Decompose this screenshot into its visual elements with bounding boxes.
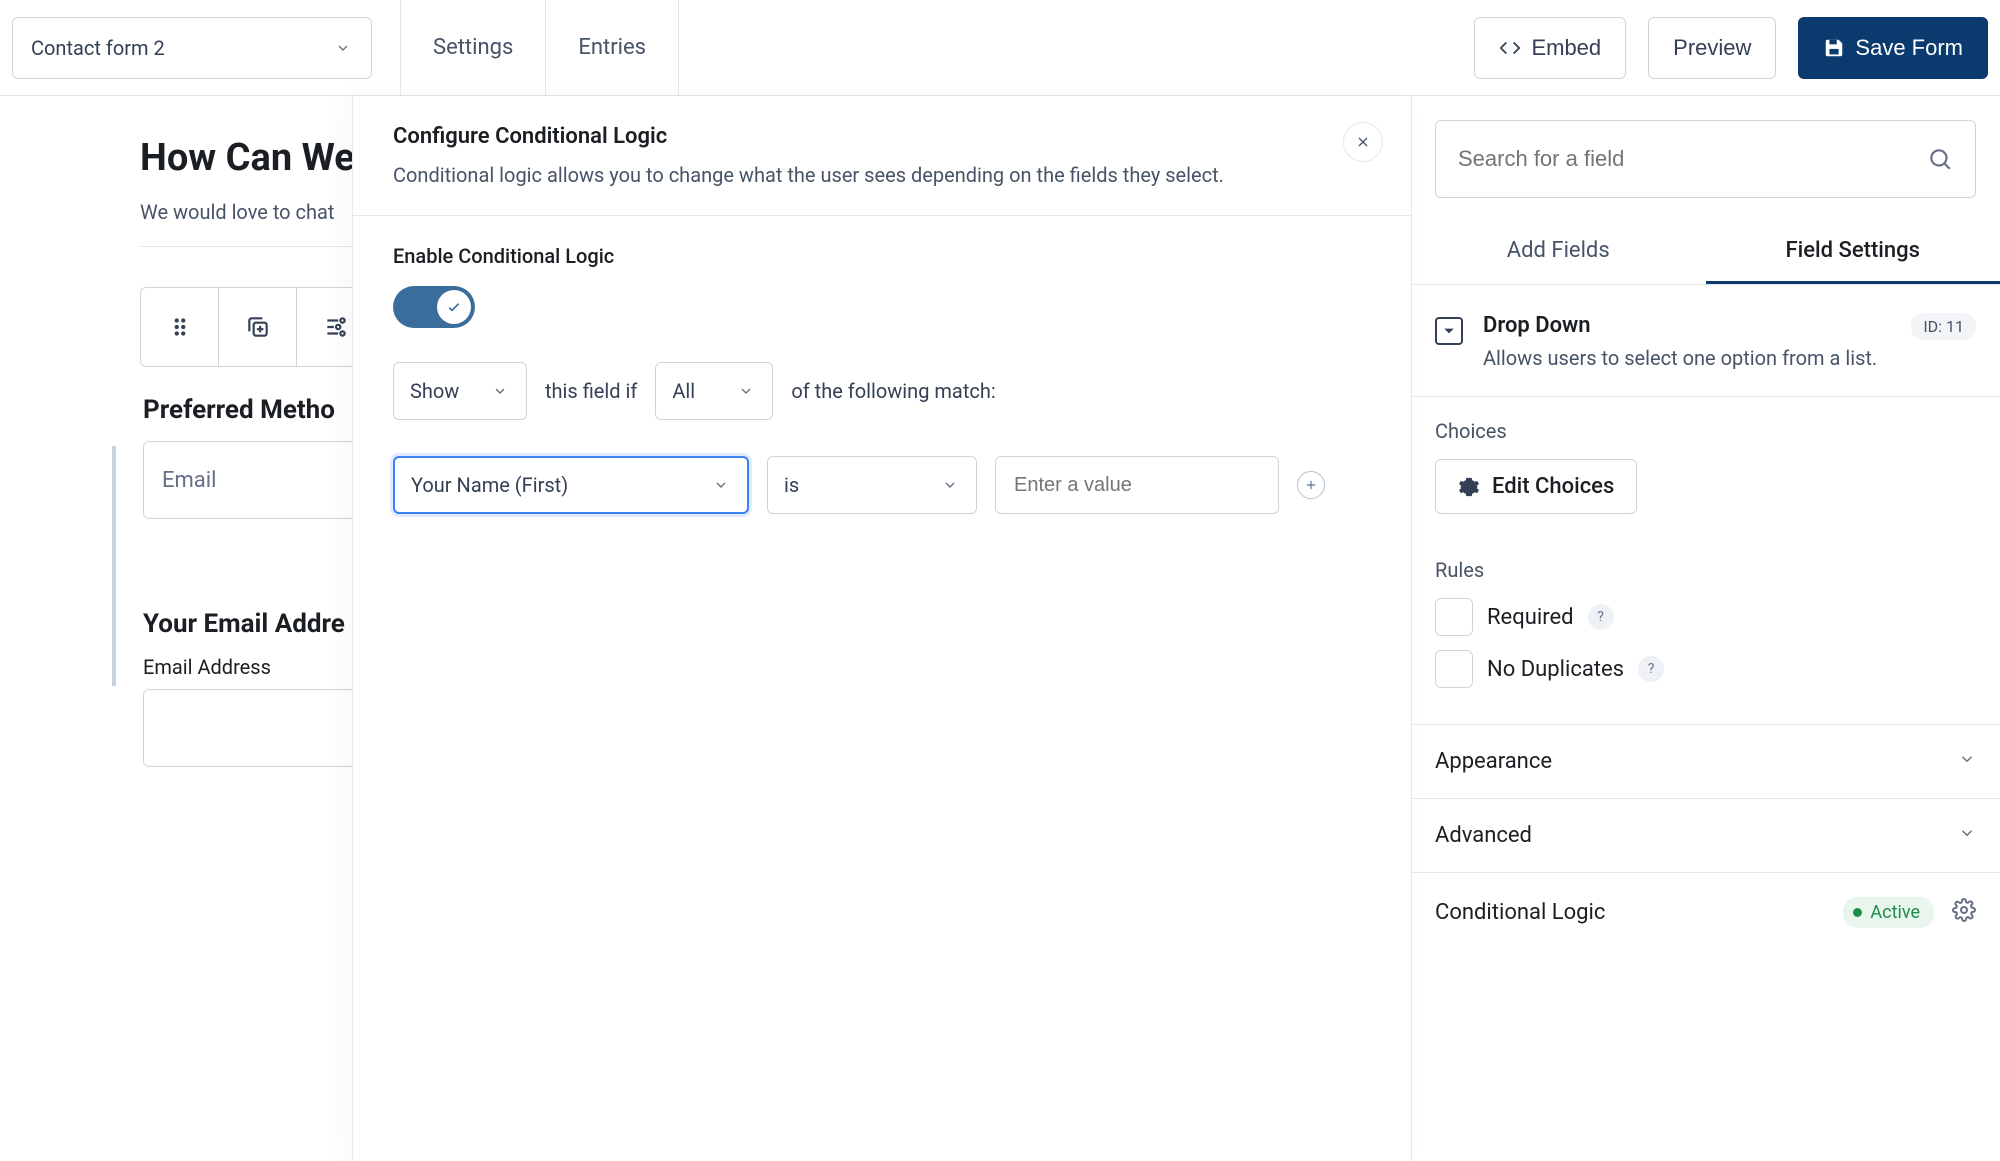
help-icon[interactable]: ? (1638, 656, 1664, 682)
chevron-down-icon (1958, 750, 1976, 773)
no-duplicates-label: No Duplicates (1487, 657, 1624, 682)
dropdown-icon (1435, 317, 1463, 345)
tab-entries[interactable]: Entries (546, 0, 679, 95)
show-value: Show (410, 379, 459, 403)
close-button[interactable] (1343, 122, 1383, 162)
advanced-accordion[interactable]: Advanced (1411, 798, 2000, 872)
sidebar-tabs: Add Fields Field Settings (1411, 220, 2000, 285)
preview-label: Preview (1673, 35, 1751, 61)
save-label: Save Form (1855, 35, 1963, 61)
field-type-desc: Allows users to select one option from a… (1483, 344, 1891, 372)
form-selector-label: Contact form 2 (31, 36, 165, 60)
save-button[interactable]: Save Form (1798, 17, 1988, 79)
modal-header: Configure Conditional Logic Conditional … (353, 96, 1411, 216)
status-dot (1853, 908, 1862, 917)
match-value: All (672, 379, 695, 403)
conditional-logic-accordion[interactable]: Conditional Logic Active (1411, 872, 2000, 952)
tab-settings[interactable]: Settings (400, 0, 546, 95)
save-icon (1823, 37, 1845, 59)
field-info: Drop Down Allows users to select one opt… (1411, 285, 2000, 397)
right-sidebar: Add Fields Field Settings Drop Down Allo… (1410, 96, 2000, 1065)
appearance-title: Appearance (1435, 749, 1552, 774)
operator-select[interactable]: is (767, 456, 977, 514)
plus-icon (1304, 478, 1318, 492)
toggle-knob (437, 290, 471, 324)
header-bar: Contact form 2 Settings Entries Embed Pr… (0, 0, 2000, 96)
operator-value: is (784, 473, 799, 497)
match-select[interactable]: All (655, 362, 773, 420)
rules-section: Rules Required ? No Duplicates ? (1411, 536, 2000, 724)
duplicate-button[interactable] (219, 288, 297, 366)
close-icon (1355, 134, 1371, 150)
choices-section: Choices Edit Choices (1411, 397, 2000, 536)
header-actions: Embed Preview Save Form (1474, 17, 1988, 79)
modal-body: Enable Conditional Logic Show this field… (353, 216, 1411, 578)
active-text: Active (1870, 902, 1920, 923)
tab-field-settings[interactable]: Field Settings (1706, 220, 2000, 284)
choices-label: Choices (1435, 419, 1976, 443)
search-icon (1927, 146, 1953, 172)
required-label: Required (1487, 605, 1574, 630)
gear-icon[interactable] (1952, 898, 1976, 927)
preview-button[interactable]: Preview (1648, 17, 1776, 79)
gear-icon (1458, 476, 1480, 498)
logic-rule-row: Your Name (First) is (393, 456, 1371, 514)
field-select[interactable]: Your Name (First) (393, 456, 749, 514)
rules-label: Rules (1435, 558, 1976, 582)
advanced-title: Advanced (1435, 823, 1532, 848)
field-toolbar (140, 287, 376, 367)
help-icon[interactable]: ? (1588, 604, 1614, 630)
show-hide-select[interactable]: Show (393, 362, 527, 420)
conditional-logic-modal: Configure Conditional Logic Conditional … (352, 96, 1412, 1161)
logic-condition-row: Show this field if All of the following … (393, 362, 1371, 420)
chevron-down-icon (490, 381, 510, 401)
embed-label: Embed (1531, 35, 1601, 61)
edit-choices-button[interactable]: Edit Choices (1435, 459, 1637, 514)
form-selector[interactable]: Contact form 2 (12, 17, 372, 79)
enable-label: Enable Conditional Logic (393, 244, 1371, 268)
active-badge: Active (1843, 897, 1934, 928)
modal-title: Configure Conditional Logic (393, 124, 1371, 149)
logic-text-1: this field if (545, 379, 637, 403)
field-type-title: Drop Down (1483, 313, 1891, 338)
chevron-down-icon (333, 38, 353, 58)
field-id-badge: ID: 11 (1911, 313, 1976, 340)
conditional-title: Conditional Logic (1435, 900, 1605, 925)
enable-toggle[interactable] (393, 286, 475, 328)
field-select-value: Your Name (First) (411, 473, 568, 497)
appearance-accordion[interactable]: Appearance (1411, 724, 2000, 798)
required-checkbox[interactable] (1435, 598, 1473, 636)
chevron-down-icon (940, 475, 960, 495)
chevron-down-icon (711, 475, 731, 495)
check-icon (446, 299, 462, 315)
edit-choices-label: Edit Choices (1492, 474, 1614, 499)
no-duplicates-checkbox[interactable] (1435, 650, 1473, 688)
modal-desc: Conditional logic allows you to change w… (393, 163, 1371, 187)
dropdown-value: Email (162, 468, 216, 493)
code-icon (1499, 37, 1521, 59)
drag-handle-button[interactable] (141, 288, 219, 366)
embed-button[interactable]: Embed (1474, 17, 1626, 79)
logic-text-2: of the following match: (791, 379, 995, 403)
field-accent (112, 446, 116, 686)
chevron-down-icon (1958, 824, 1976, 847)
header-tabs: Settings Entries (400, 0, 679, 95)
chevron-down-icon (736, 381, 756, 401)
search-input[interactable] (1458, 146, 1913, 172)
value-input[interactable] (995, 456, 1279, 514)
tab-add-fields[interactable]: Add Fields (1411, 220, 1706, 284)
add-rule-button[interactable] (1297, 471, 1325, 499)
search-field-wrap[interactable] (1435, 120, 1976, 198)
